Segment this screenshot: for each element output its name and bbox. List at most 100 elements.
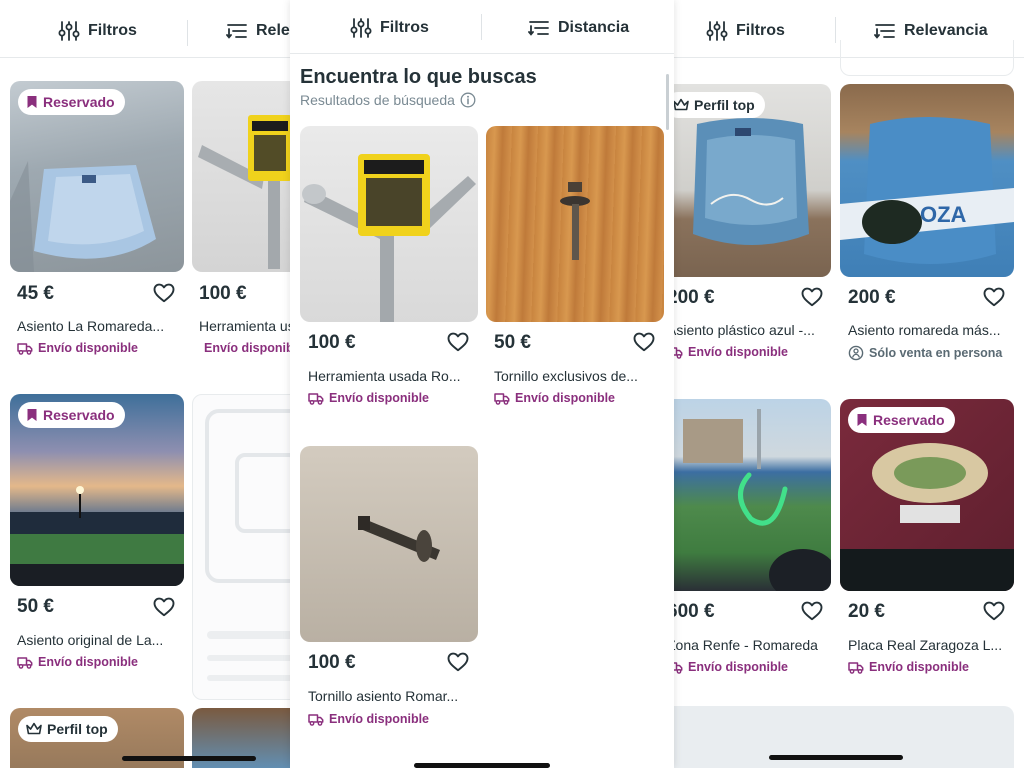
price: 200 € bbox=[848, 287, 896, 308]
middle-toolbar: Filtros Distancia bbox=[290, 0, 674, 54]
heart-icon[interactable] bbox=[153, 283, 175, 303]
shipping-label: Envío disponible bbox=[688, 345, 789, 359]
shipping-label: Envío disponible bbox=[329, 712, 430, 726]
image-placeholder-icon bbox=[205, 409, 292, 681]
heart-icon[interactable] bbox=[983, 601, 1005, 621]
shipping-label: Envío disponible bbox=[688, 660, 789, 674]
product-photo-plaque: Reservado bbox=[840, 399, 1014, 591]
reserved-badge: Reservado bbox=[18, 402, 125, 428]
scrollbar[interactable] bbox=[666, 74, 669, 130]
sort-icon bbox=[226, 20, 248, 42]
middle-filters-button[interactable]: Filtros bbox=[350, 17, 429, 39]
blue-seat-scarf-image: OZA bbox=[840, 117, 1014, 264]
reserved-badge: Reservado bbox=[18, 89, 125, 115]
bolt-image bbox=[358, 516, 440, 562]
middle-sort-button[interactable]: Distancia bbox=[528, 17, 629, 39]
right-filters-label: Filtros bbox=[736, 22, 785, 39]
home-indicator bbox=[122, 756, 256, 761]
shipping-label: Envío disponible bbox=[38, 341, 139, 355]
truck-icon bbox=[17, 655, 33, 669]
heart-icon[interactable] bbox=[447, 332, 469, 352]
badge-label: Reservado bbox=[43, 94, 115, 110]
product-title: Placa Real Zaragoza L... bbox=[848, 637, 1003, 653]
top-profile-badge: Perfil top bbox=[673, 92, 765, 118]
crown-icon bbox=[673, 98, 689, 112]
shipping-info: Envío disponible bbox=[17, 341, 138, 355]
product-photo-bolt bbox=[486, 126, 664, 322]
left-sort-button[interactable]: Relevancia bbox=[226, 20, 292, 42]
shipping-label: Envío disponible bbox=[204, 341, 291, 355]
home-indicator bbox=[414, 763, 550, 768]
product-title: Asiento romareda más... bbox=[848, 322, 1001, 338]
truck-icon bbox=[673, 660, 683, 674]
middle-filters-label: Filtros bbox=[380, 19, 429, 36]
truck-icon bbox=[17, 341, 33, 355]
shipping-label: Envío disponible bbox=[515, 391, 616, 405]
filters-icon bbox=[350, 17, 372, 39]
right-results-panel: Filtros Relevancia Perfil top 200 € Asie… bbox=[673, 0, 1024, 768]
shipping-label: Envío disponible bbox=[869, 660, 970, 674]
toolbar-divider bbox=[187, 20, 188, 46]
previous-card-edge bbox=[840, 40, 1014, 76]
badge-label: Reservado bbox=[43, 407, 115, 423]
price: 600 € bbox=[673, 601, 715, 622]
badge-label: Perfil top bbox=[694, 97, 755, 113]
heart-icon[interactable] bbox=[447, 652, 469, 672]
shipping-info: Envío disponible bbox=[494, 391, 615, 405]
product-photo-wrench bbox=[300, 126, 478, 322]
shipping-info: Envío disponible bbox=[673, 660, 788, 674]
price: 200 € bbox=[673, 287, 715, 308]
left-results-panel: Filtros Relevancia Reservado 45 € Asient… bbox=[0, 0, 292, 768]
heart-icon[interactable] bbox=[633, 332, 655, 352]
bookmark-icon bbox=[856, 413, 868, 427]
filters-icon bbox=[58, 20, 80, 42]
product-title: Asiento plástico azul -... bbox=[673, 322, 815, 338]
stadium-pitch-image bbox=[683, 409, 831, 591]
product-photo-stadium bbox=[673, 399, 831, 591]
truck-icon bbox=[308, 712, 324, 726]
toolbar-divider bbox=[835, 17, 836, 43]
badge-label: Perfil top bbox=[47, 721, 108, 737]
search-results-panel: Filtros Distancia Encuentra lo que busca… bbox=[290, 0, 674, 768]
product-photo-wrench bbox=[192, 81, 292, 272]
info-icon[interactable] bbox=[460, 92, 476, 108]
in-person-sale-info: Sólo venta en persona bbox=[848, 345, 1002, 361]
truck-icon bbox=[848, 660, 864, 674]
heart-icon[interactable] bbox=[801, 287, 823, 307]
product-photo-seat: Perfil top bbox=[673, 84, 831, 277]
sort-icon bbox=[874, 20, 896, 42]
left-filters-label: Filtros bbox=[88, 22, 137, 39]
right-filters-button[interactable]: Filtros bbox=[706, 20, 785, 42]
price: 100 € bbox=[199, 283, 247, 304]
product-title: Tornillo asiento Romar... bbox=[308, 688, 459, 704]
results-heading: Encuentra lo que buscas bbox=[300, 66, 537, 88]
price: 50 € bbox=[494, 332, 531, 353]
heart-icon[interactable] bbox=[801, 601, 823, 621]
price: 50 € bbox=[17, 596, 54, 617]
price: 100 € bbox=[308, 332, 356, 353]
reserved-badge: Reservado bbox=[848, 407, 955, 433]
left-sort-label: Relevancia bbox=[256, 22, 292, 39]
subheading-label: Resultados de búsqueda bbox=[300, 92, 455, 108]
wrench-image bbox=[198, 115, 292, 269]
left-toolbar: Filtros Relevancia bbox=[0, 0, 292, 58]
heart-icon[interactable] bbox=[983, 287, 1005, 307]
right-sort-label: Relevancia bbox=[904, 22, 988, 39]
shipping-label: Envío disponible bbox=[329, 391, 430, 405]
product-photo-stadium: Reservado bbox=[10, 394, 184, 586]
shipping-info: Envío disponible bbox=[673, 345, 788, 359]
price: 100 € bbox=[308, 652, 356, 673]
crown-icon bbox=[26, 722, 42, 736]
bookmark-icon bbox=[26, 408, 38, 422]
product-title: Zona Renfe - Romareda bbox=[673, 637, 818, 653]
product-title: Asiento original de La... bbox=[17, 632, 164, 648]
left-filters-button[interactable]: Filtros bbox=[58, 20, 137, 42]
shipping-info: Envío disponible bbox=[17, 655, 138, 669]
results-subheading: Resultados de búsqueda bbox=[300, 92, 476, 108]
heart-icon[interactable] bbox=[153, 597, 175, 617]
right-sort-button[interactable]: Relevancia bbox=[874, 20, 988, 42]
product-photo-seat: Reservado bbox=[10, 81, 184, 272]
truck-icon bbox=[673, 345, 683, 359]
shipping-label: Sólo venta en persona bbox=[869, 346, 1003, 360]
top-profile-badge: Perfil top bbox=[18, 716, 118, 742]
